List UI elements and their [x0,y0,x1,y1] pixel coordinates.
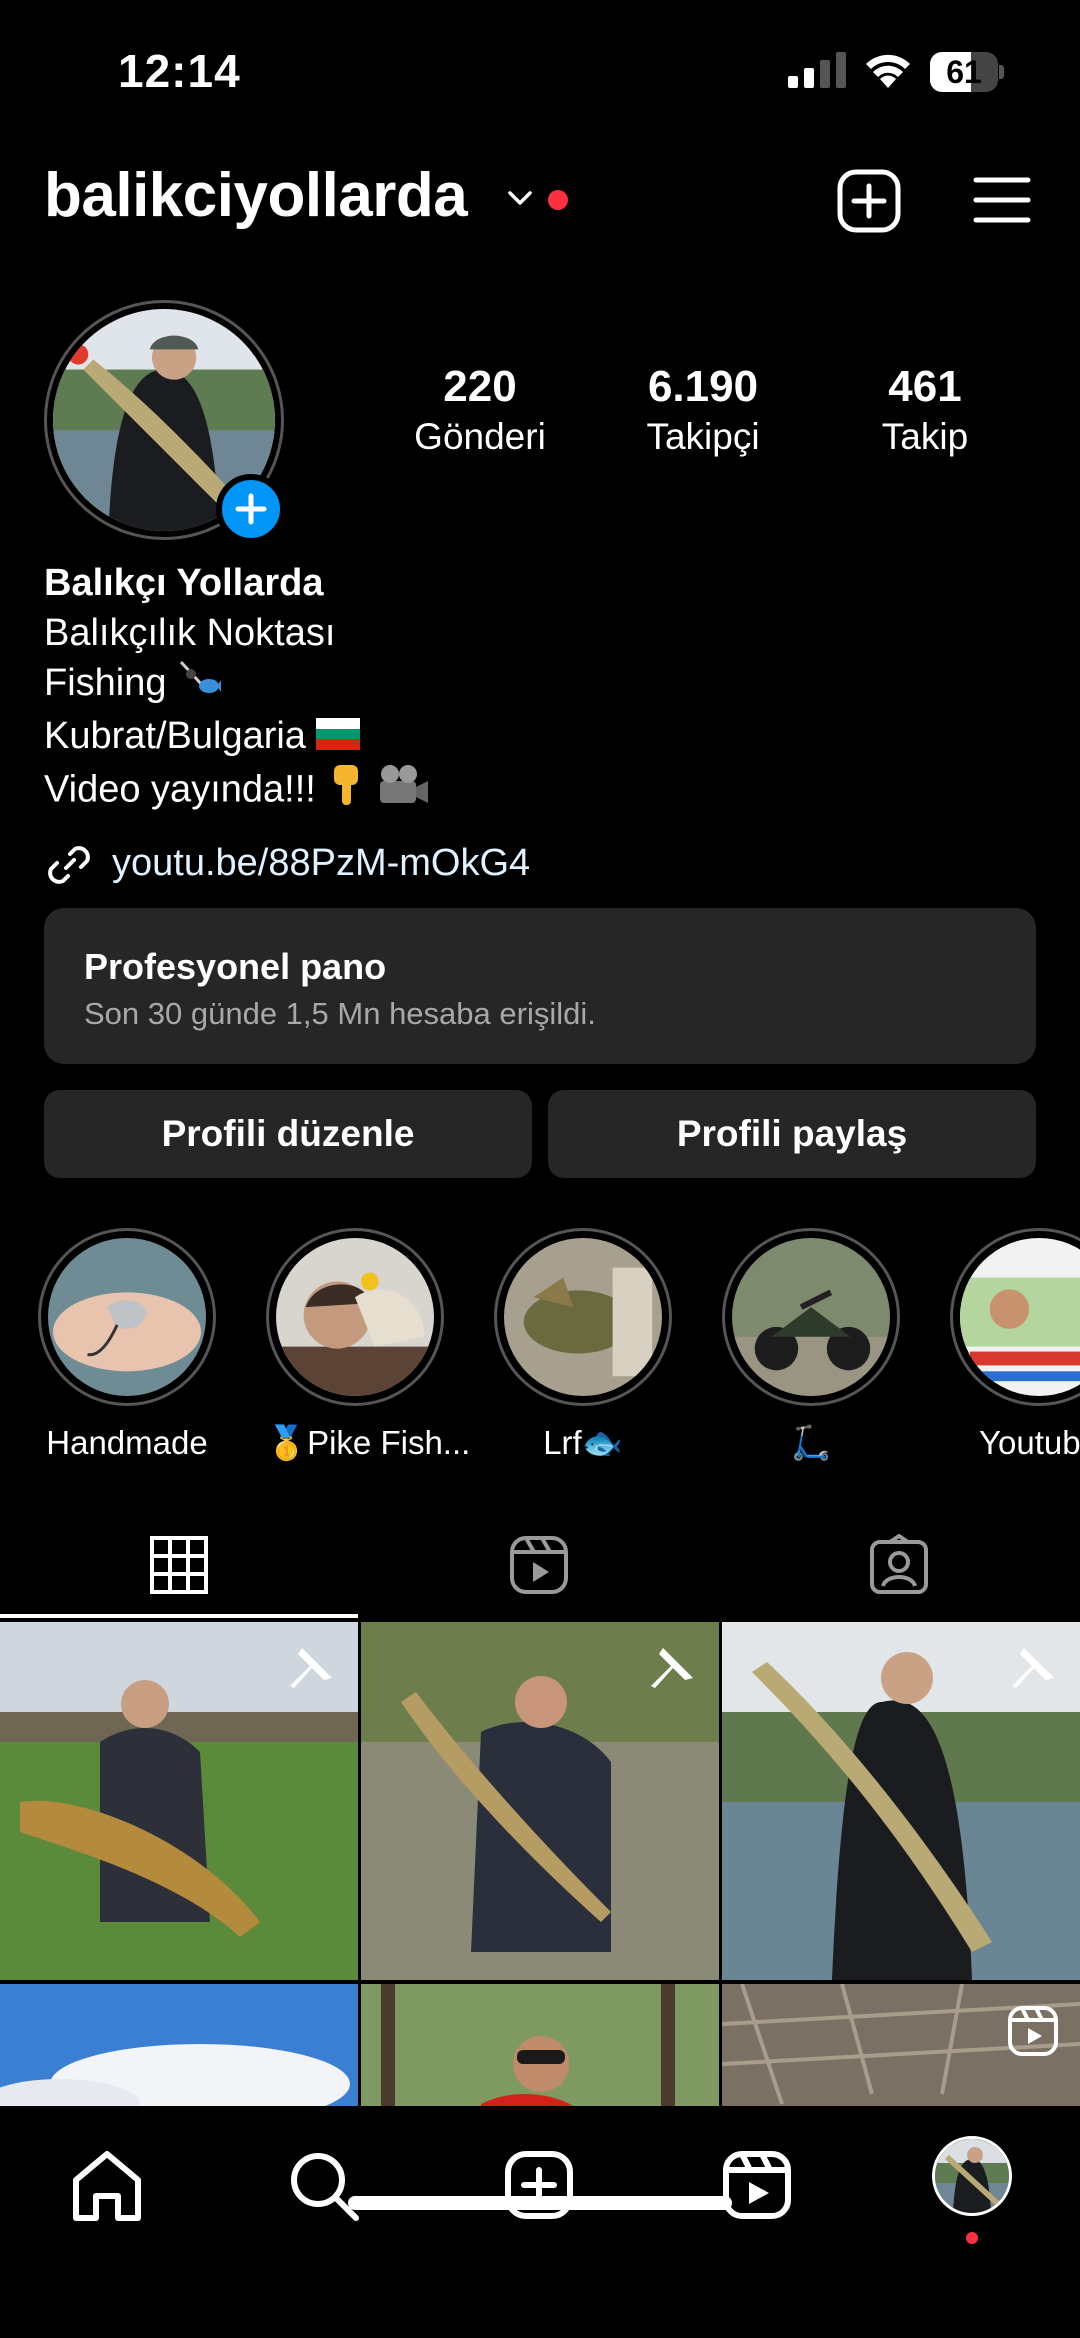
battery-level: 61 [946,54,982,90]
profile-avatar[interactable] [44,300,286,544]
highlight-label: Lrf🐟 [543,1424,623,1461]
username-switcher[interactable]: balikciyollarda [44,160,468,231]
tagged-icon [870,1534,928,1594]
bio-line-video: Video yayında!!! [44,763,1044,820]
tab-tagged[interactable] [720,1510,1080,1620]
active-tab-indicator [0,1614,358,1618]
highlight-handmade[interactable]: Handmade [38,1228,216,1462]
bottom-navigation [0,2106,1080,2338]
highlight-label: Handmade [46,1424,208,1461]
highlight-cover [960,1238,1080,1396]
pin-icon [290,1648,332,1688]
posts-count: 220 [443,362,517,411]
highlight-cover [732,1238,890,1396]
following-count: 461 [888,362,962,411]
post-thumbnail[interactable] [361,1622,719,1980]
reels-icon[interactable] [712,2140,802,2230]
plus-icon [235,493,267,525]
tab-grid[interactable] [0,1510,360,1620]
share-profile-button[interactable]: Profili paylaş [548,1090,1036,1178]
profile-tabs [0,1510,1080,1620]
professional-dashboard[interactable]: Profesyonel pano Son 30 günde 1,5 Mn hes… [44,908,1036,1064]
post-thumbnail[interactable] [0,1984,358,2106]
post-thumbnail[interactable] [722,1984,1080,2106]
professional-dashboard-subtitle: Son 30 günde 1,5 Mn hesaba erişildi. [84,996,596,1031]
link-icon [48,846,90,884]
add-story-button[interactable] [216,474,286,544]
notification-dot [548,190,568,210]
profile-header: balikciyollarda [0,150,1080,250]
pointing-down-icon [326,763,366,820]
menu-icon[interactable] [972,174,1032,226]
post-thumbnail[interactable] [361,1984,719,2106]
followers-count: 6.190 [647,362,759,411]
status-time: 12:14 [118,45,241,97]
create-post-icon[interactable] [836,168,902,234]
posts-grid [0,1622,1080,2106]
stat-followers[interactable]: 6.190 Takipçi [593,362,813,458]
chevron-down-icon[interactable] [502,180,538,216]
stat-following[interactable]: 461 Takip [815,362,1035,458]
highlight-label: 🥇Pike Fish... [266,1424,471,1461]
followers-label: Takipçi [646,416,760,457]
bulgaria-flag-icon [315,713,360,763]
posts-label: Gönderi [414,416,546,457]
highlight-cover [48,1238,206,1396]
fishing-rod-icon [177,658,221,711]
professional-dashboard-title: Profesyonel pano [84,946,387,987]
highlight-label: 🛴 [790,1424,832,1461]
pin-icon [651,1648,693,1688]
search-icon[interactable] [278,2140,368,2230]
home-icon[interactable] [62,2140,152,2230]
highlight-pike-fish[interactable]: 🥇Pike Fish... [266,1228,471,1463]
wifi-icon [866,54,910,88]
battery-indicator: 61 [930,52,1004,92]
home-indicator [348,2196,732,2210]
create-icon[interactable] [494,2140,584,2230]
reel-icon [1008,2006,1058,2056]
tab-reels[interactable] [360,1510,720,1620]
profile-bio: Balıkçı Yollarda Balıkçılık Noktası Fish… [44,558,1044,820]
film-projector-icon [376,763,428,820]
pin-icon [1012,1648,1054,1688]
display-name: Balıkçı Yollarda [44,562,324,604]
highlight-youtube[interactable]: Youtube [950,1228,1080,1462]
bio-link-text: youtu.be/88PzM-mOkG4 [112,842,531,884]
bio-line-location: Kubrat/Bulgaria [44,711,1044,763]
notification-dot [966,2232,978,2244]
post-thumbnail[interactable] [722,1622,1080,1980]
highlight-cover [504,1238,662,1396]
highlight-scooter[interactable]: 🛴 [722,1228,900,1463]
status-bar: 12:14 61 [0,0,1080,140]
profile-tab-avatar[interactable] [932,2136,1012,2216]
reels-icon [510,1536,568,1594]
highlight-label: Youtube [979,1424,1080,1461]
highlight-lrf[interactable]: Lrf🐟 [494,1228,672,1463]
edit-profile-button[interactable]: Profili düzenle [44,1090,532,1178]
following-label: Takip [881,416,969,457]
highlight-cover [276,1238,434,1396]
post-thumbnail[interactable] [0,1622,358,1980]
grid-icon [150,1536,208,1594]
bio-line-fishing: Fishing [44,658,1044,711]
bio-category: Balıkçılık Noktası [44,612,336,654]
cellular-signal-icon [788,52,846,88]
stat-posts[interactable]: 220 Gönderi [370,362,590,458]
